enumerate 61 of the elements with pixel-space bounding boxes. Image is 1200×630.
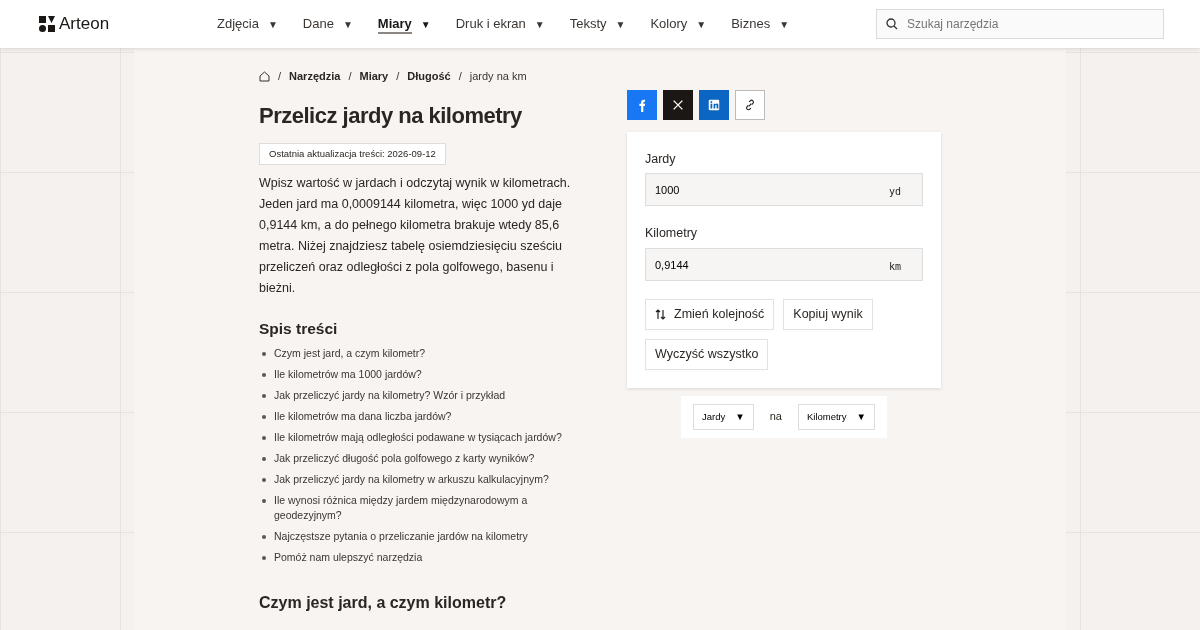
page-title: Przelicz jardy na kilometry [259, 101, 523, 130]
bullet-icon [262, 436, 266, 440]
breadcrumb-link[interactable]: Narzędzia [289, 68, 341, 85]
nav-menu-item[interactable]: Teksty ▼ [569, 14, 626, 34]
update-date-badge: Ostatnia aktualizacja treści: 2026-09-12 [259, 142, 446, 165]
linkedin-icon [707, 97, 721, 112]
search-field[interactable]: Szukaj narzędzia [876, 9, 1164, 39]
logo-icon [39, 16, 55, 32]
logo-text[interactable]: Arteon [59, 11, 110, 37]
bullet-icon [262, 457, 266, 461]
share-button[interactable] [663, 89, 693, 120]
bullet-icon [262, 352, 266, 356]
breadcrumb-separator: / [458, 69, 462, 84]
breadcrumb-separator: / [348, 69, 352, 84]
unit-dropdown[interactable]: Kilometry ▼ [797, 403, 875, 430]
toc-link[interactable]: Jak przeliczyć jardy na kilometry? Wzór i przykład [274, 388, 506, 403]
nav-menu-item[interactable]: Dane ▼ [302, 14, 353, 34]
unit-dropdown[interactable]: Jardy ▼ [693, 403, 754, 430]
toc-link[interactable]: Ile kilometrów ma 1000 jardów? [274, 367, 422, 382]
breadcrumb-link[interactable]: Długość [407, 68, 451, 85]
toc-link[interactable]: Ile wynosi różnica między jardem międzynarodowym a geodezyjnym? [274, 493, 585, 523]
unit-label: km [888, 260, 901, 274]
nav-menu-item[interactable]: Zdjęcia ▼ [217, 14, 278, 34]
breadcrumb-link[interactable]: Miary [359, 68, 389, 85]
field-label: Jardy [645, 150, 677, 168]
toc-link[interactable]: Pomóż nam ulepszyć narzędzia [274, 550, 423, 565]
caret-icon: ▼ [856, 409, 866, 424]
unit-label: yd [888, 185, 901, 200]
intro-paragraph: Wpisz wartość w jardach i odczytaj wynik w kilometrach. Jeden jard ma 0,0009144 kilometra, więc 1000 yd daje 0,9144 km, a do pełnego kilometra brakuje wtedy 85,6 metra. Niżej znajdziesz tabelę osiemdziesięciu sześciu przeliczeń oraz odległości z pola golfowego, basenu i bieżni. [259, 174, 572, 297]
toc-link[interactable]: Jak przeliczyć długość pola golfowego z karty wyników? [274, 451, 535, 466]
toc-link[interactable]: Czym jest jard, a czym kilometr? [274, 346, 426, 361]
nav-menu-item[interactable]: Kolory ▼ [650, 14, 707, 34]
bullet-icon [262, 478, 266, 482]
toc-heading: Spis treści [259, 318, 339, 339]
bullet-icon [262, 535, 266, 539]
nav-menu-item[interactable]: Miary ▼ [377, 14, 431, 34]
nav-menu-item[interactable]: Druk i ekran ▼ [455, 14, 545, 34]
joiner-text: na [769, 409, 782, 425]
bullet-icon [262, 373, 266, 377]
swap-button[interactable]: Zmień kolejność [645, 299, 775, 330]
search-icon [886, 18, 898, 30]
toc-link[interactable]: Jak przeliczyć jardy na kilometry w arkuszu kalkulacyjnym? [274, 472, 549, 487]
toc-link[interactable]: Ile kilometrów ma dana liczba jardów? [274, 409, 452, 424]
bullet-icon [262, 499, 266, 503]
bullet-icon [262, 394, 266, 398]
link-icon [743, 97, 757, 112]
action-button[interactable]: Wyczyść wszystko [645, 338, 769, 370]
swap-icon [655, 308, 666, 320]
toc-link[interactable]: Najczęstsze pytania o przeliczanie jardów na kilometry [274, 529, 528, 544]
toc-link[interactable]: Ile kilometrów mają odległości podawane w tysiącach jardów? [274, 430, 562, 445]
bullet-icon [262, 415, 266, 419]
breadcrumb-separator: / [278, 69, 282, 84]
field-label: Kilometry [645, 225, 699, 243]
home-icon[interactable] [259, 70, 270, 82]
nav-menu-item[interactable]: Biznes ▼ [731, 14, 790, 34]
caret-icon: ▼ [735, 409, 745, 424]
bullet-icon [262, 556, 266, 560]
action-button[interactable]: Kopiuj wynik [783, 299, 873, 330]
section-heading: Czym jest jard, a czym kilometr? [259, 593, 508, 613]
breadcrumb-separator: / [396, 69, 400, 84]
breadcrumb-current: jardy na km [469, 69, 527, 84]
